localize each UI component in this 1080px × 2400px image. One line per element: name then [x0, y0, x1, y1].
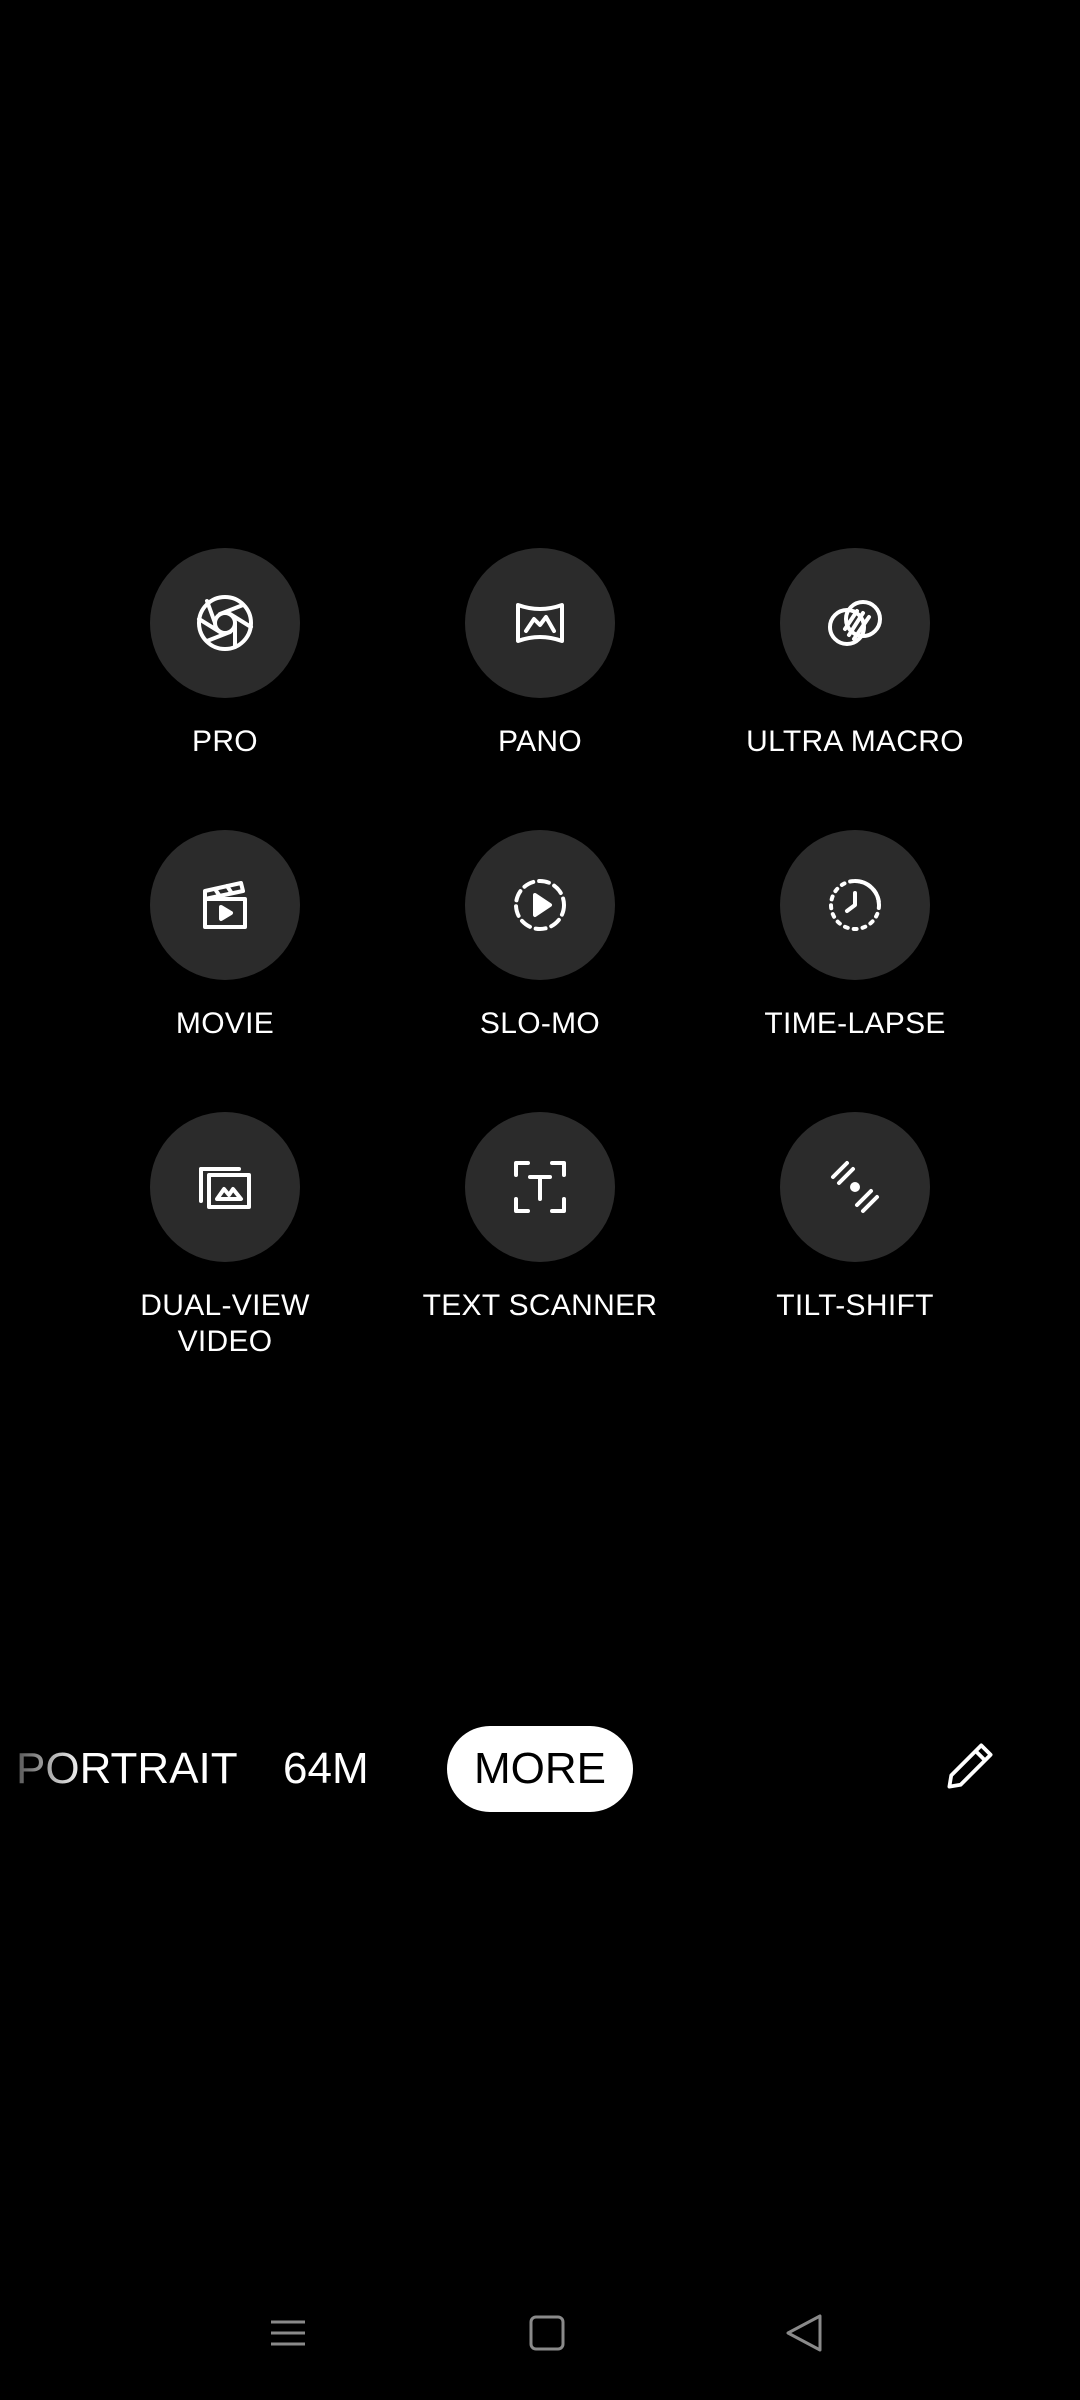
- mode-pro[interactable]: PRO: [75, 548, 375, 760]
- mode-pano[interactable]: PANO: [390, 548, 690, 760]
- system-nav-bar: [0, 2300, 1080, 2370]
- mode-slo-mo[interactable]: SLO-MO: [390, 830, 690, 1042]
- tilt-shift-icon: [831, 1161, 879, 1213]
- mode-pano-label: PANO: [498, 725, 582, 758]
- mode-text-scanner[interactable]: TEXT SCANNER: [390, 1112, 690, 1324]
- text-scanner-icon: [514, 1161, 566, 1213]
- back-button[interactable]: [780, 2308, 830, 2358]
- mode-ultra-macro-label: ULTRA MACRO: [746, 725, 964, 758]
- mode-text-scanner-label: TEXT SCANNER: [422, 1289, 658, 1322]
- mode-pano-button[interactable]: [465, 548, 615, 698]
- slow-motion-icon: [514, 879, 566, 931]
- pencil-icon: [947, 1743, 993, 1789]
- aperture-icon: [197, 595, 253, 651]
- mode-movie-button[interactable]: [150, 830, 300, 980]
- mode-ultra-macro[interactable]: ULTRA MACRO: [705, 548, 1005, 760]
- mode-time-lapse-label: TIME-LAPSE: [764, 1007, 946, 1040]
- mode-tilt-shift-button[interactable]: [780, 1112, 930, 1262]
- mode-ultra-macro-button[interactable]: [780, 548, 930, 698]
- mode-tilt-shift[interactable]: TILT-SHIFT: [705, 1112, 1005, 1324]
- home-button[interactable]: [522, 2308, 572, 2358]
- panorama-icon: [516, 603, 564, 643]
- clapperboard-icon: [203, 881, 247, 929]
- home-square-icon: [529, 2315, 565, 2351]
- time-lapse-icon: [829, 879, 881, 931]
- camera-mode-bar: PORTRAIT 64M MORE: [0, 1726, 1080, 1812]
- macro-icon: [828, 600, 882, 646]
- mode-dual-view-video-button[interactable]: [150, 1112, 300, 1262]
- recents-button[interactable]: [263, 2308, 313, 2358]
- mode-pro-button[interactable]: [150, 548, 300, 698]
- mode-tilt-shift-label: TILT-SHIFT: [776, 1289, 934, 1322]
- mode-pro-label: PRO: [192, 725, 258, 758]
- menu-icon: [271, 2320, 305, 2346]
- mode-movie-label: MOVIE: [175, 1007, 275, 1040]
- mode-text-scanner-button[interactable]: [465, 1112, 615, 1262]
- mode-tab-more[interactable]: MORE: [447, 1726, 633, 1812]
- mode-time-lapse[interactable]: TIME-LAPSE: [705, 830, 1005, 1042]
- mode-slo-mo-button[interactable]: [465, 830, 615, 980]
- mode-slo-mo-label: SLO-MO: [479, 1007, 601, 1040]
- mode-time-lapse-button[interactable]: [780, 830, 930, 980]
- mode-dual-view-video-label: DUAL-VIEW VIDEO: [140, 1289, 310, 1358]
- edit-modes-button[interactable]: [940, 1736, 1004, 1800]
- mode-tab-portrait[interactable]: PORTRAIT: [16, 1726, 238, 1812]
- back-triangle-icon: [786, 2314, 822, 2352]
- mode-movie[interactable]: MOVIE: [75, 830, 375, 1042]
- mode-dual-view-video[interactable]: DUAL-VIEW VIDEO: [75, 1112, 375, 1360]
- dual-view-icon: [199, 1167, 251, 1209]
- mode-tab-64m[interactable]: 64M: [283, 1726, 369, 1812]
